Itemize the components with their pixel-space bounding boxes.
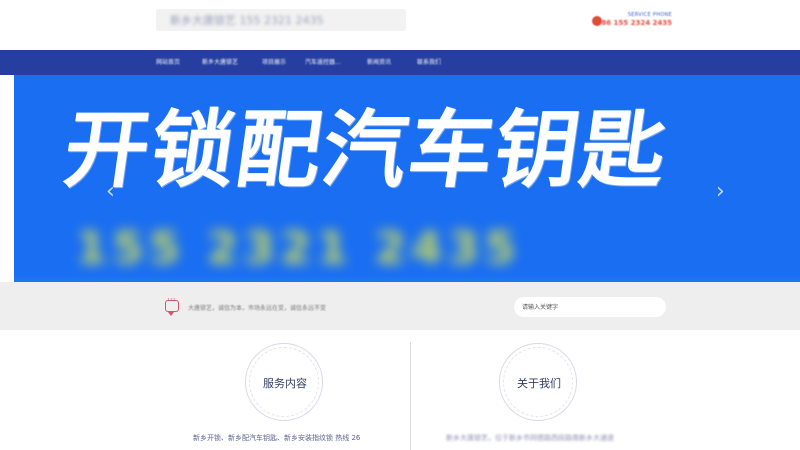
notice-text: 大唐锁艺，诚信为本，市场永远在变，诚信永远不变 <box>188 305 327 312</box>
site-logo[interactable]: 新乡大唐锁艺 155 2321 2435 <box>156 9 406 31</box>
main-nav: 网站首页 新乡大唐锁艺 项目展示 汽车遥控器... 新闻资讯 联系我们 <box>0 50 800 75</box>
section-divider <box>410 342 411 450</box>
nav-item-projects[interactable]: 项目展示 <box>262 57 286 66</box>
banner-phone: 155 2321 2435 <box>76 223 522 274</box>
services-title: 服务内容 <box>263 377 307 390</box>
logo-text: 新乡大唐锁艺 155 2321 2435 <box>170 14 324 27</box>
services-circle[interactable]: 服务内容 <box>245 343 323 421</box>
carousel-prev-icon[interactable]: ‹ <box>106 179 115 204</box>
notice-search-strip: 大唐锁艺，诚信为本，市场永远在变，诚信永远不变 <box>0 282 800 330</box>
nav-item-home[interactable]: 网站首页 <box>156 57 180 66</box>
about-title: 关于我们 <box>517 377 561 390</box>
carousel-next-icon[interactable]: › <box>716 179 725 204</box>
service-phone-number: +86 155 2324 2435 <box>595 19 673 27</box>
service-phone-block: SERVICE PHONE +86 155 2324 2435 <box>592 12 672 27</box>
services-description: 新乡开锁、新乡配汽车钥匙、新乡安装指纹锁 热线 26 <box>193 434 361 442</box>
about-circle[interactable]: 关于我们 <box>499 343 577 421</box>
about-description: 新乡大唐锁艺，位于新乡市同德路西段路南新乡大通道 <box>446 434 614 442</box>
banner-title: 开锁配汽车钥匙 <box>58 100 675 199</box>
nav-item-contact[interactable]: 联系我们 <box>417 57 441 66</box>
search-input[interactable] <box>514 297 666 317</box>
page: 新乡大唐锁艺 155 2321 2435 SERVICE PHONE +86 1… <box>0 0 800 450</box>
message-icon <box>165 295 179 316</box>
hero-banner[interactable]: 开锁配汽车钥匙 155 2321 2435 ‹ › <box>14 75 800 282</box>
service-phone-label: SERVICE PHONE <box>627 12 672 18</box>
nav-item-news[interactable]: 新闻资讯 <box>367 57 391 66</box>
nav-item-about[interactable]: 新乡大唐锁艺 <box>202 57 238 66</box>
header: 新乡大唐锁艺 155 2321 2435 SERVICE PHONE +86 1… <box>0 0 800 50</box>
nav-item-car-remote[interactable]: 汽车遥控器... <box>305 57 341 66</box>
